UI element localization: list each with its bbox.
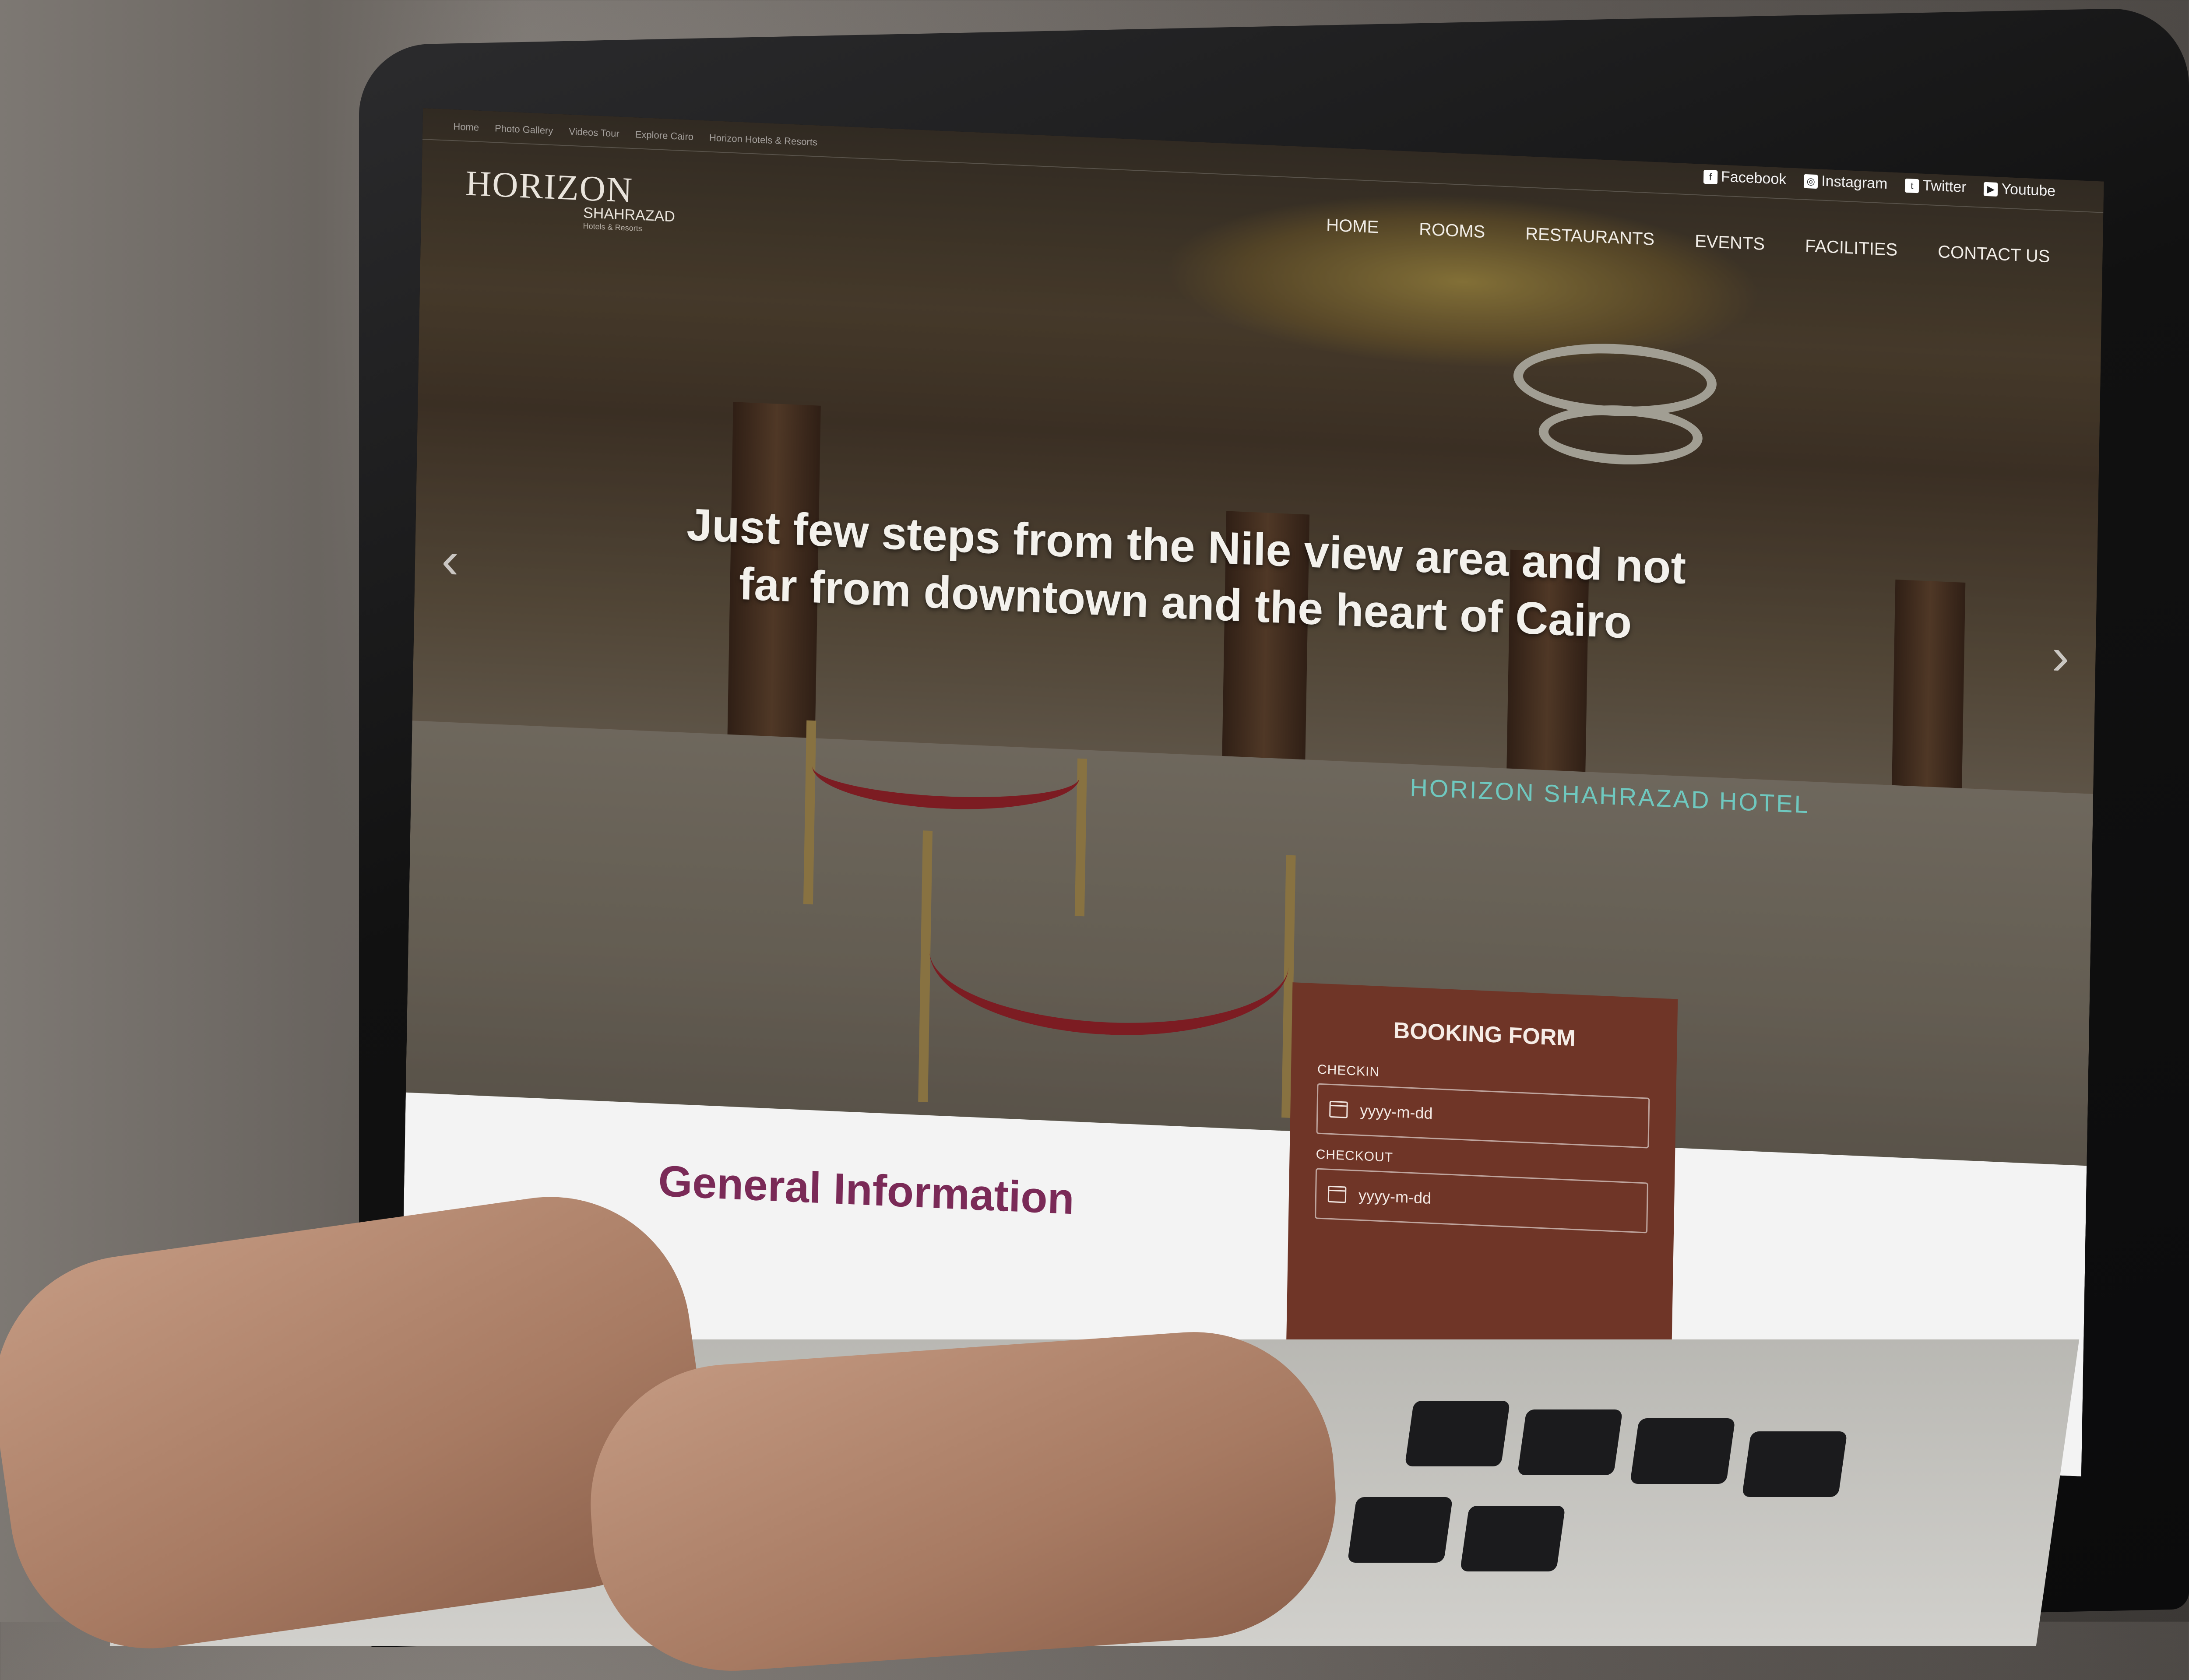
- right-hand: [581, 1322, 1345, 1680]
- youtube-link[interactable]: ▶ Youtube: [1984, 180, 2055, 200]
- breadcrumb-item[interactable]: Explore Cairo: [635, 129, 694, 143]
- hotel-logo[interactable]: HORIZON SHAHRAZAD Hotels & Resorts: [465, 162, 676, 235]
- hero-overlay: [405, 108, 2104, 1166]
- section-title: General Information: [658, 1156, 1075, 1224]
- calendar-icon: [1329, 1100, 1348, 1118]
- checkout-placeholder: yyyy-m-dd: [1358, 1186, 1432, 1207]
- instagram-label: Instagram: [1821, 172, 1888, 193]
- youtube-label: Youtube: [2001, 180, 2056, 200]
- slider-next-arrow[interactable]: ›: [2051, 626, 2069, 687]
- booking-form: BOOKING FORM CHECKIN yyyy-m-dd CHECKOUT …: [1285, 982, 1678, 1393]
- twitter-icon: t: [1905, 178, 1919, 193]
- keyboard-key: [1742, 1431, 1848, 1497]
- facebook-label: Facebook: [1721, 168, 1787, 188]
- booking-form-title: BOOKING FORM: [1393, 1018, 1576, 1051]
- hero-slider: Home Photo Gallery Videos Tour Explore C…: [405, 108, 2104, 1166]
- youtube-icon: ▶: [1984, 182, 1998, 197]
- breadcrumb-item[interactable]: Videos Tour: [569, 126, 619, 140]
- keyboard-key: [1629, 1418, 1735, 1484]
- breadcrumb-item[interactable]: Photo Gallery: [495, 123, 553, 137]
- checkin-field[interactable]: yyyy-m-dd: [1316, 1083, 1650, 1149]
- nav-rooms[interactable]: ROOMS: [1419, 219, 1485, 242]
- twitter-label: Twitter: [1922, 177, 1967, 196]
- instagram-icon: ◎: [1803, 174, 1818, 189]
- nav-facilities[interactable]: FACILITIES: [1805, 236, 1898, 260]
- calendar-icon: [1327, 1185, 1347, 1203]
- facebook-link[interactable]: f Facebook: [1703, 168, 1787, 188]
- facebook-icon: f: [1703, 169, 1718, 185]
- slider-prev-arrow[interactable]: ‹: [441, 529, 459, 590]
- keyboard-key: [1347, 1497, 1453, 1563]
- instagram-link[interactable]: ◎ Instagram: [1803, 172, 1888, 193]
- keyboard-key: [1460, 1506, 1566, 1571]
- breadcrumb-item[interactable]: Horizon Hotels & Resorts: [709, 132, 817, 148]
- keyboard-key: [1517, 1409, 1623, 1475]
- nav-events[interactable]: EVENTS: [1695, 232, 1765, 254]
- checkout-field[interactable]: yyyy-m-dd: [1315, 1168, 1648, 1234]
- checkin-placeholder: yyyy-m-dd: [1360, 1101, 1433, 1123]
- keyboard-key: [1404, 1401, 1510, 1466]
- nav-home[interactable]: HOME: [1326, 215, 1379, 237]
- breadcrumb-item[interactable]: Home: [453, 121, 479, 134]
- logo-name: HORIZON: [465, 163, 633, 211]
- twitter-link[interactable]: t Twitter: [1905, 176, 1967, 196]
